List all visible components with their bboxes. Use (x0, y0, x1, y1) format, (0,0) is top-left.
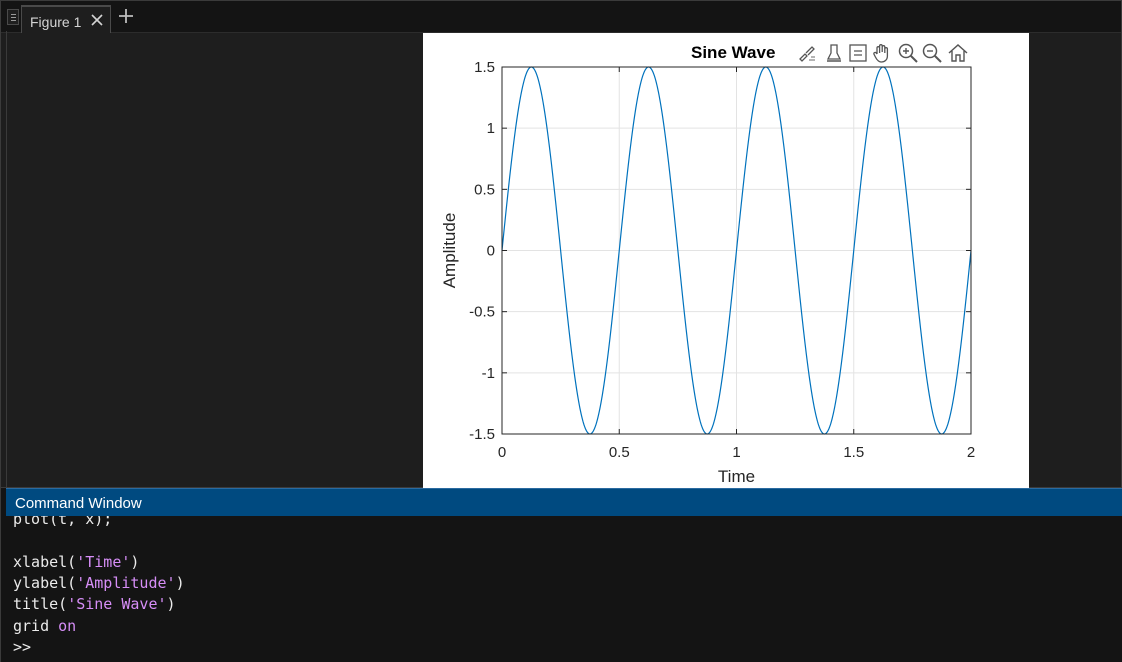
y-tick-label: 0 (487, 243, 495, 260)
x-tick-label: 1 (732, 444, 740, 461)
keyword: on (58, 616, 77, 635)
legend-icon[interactable] (847, 42, 869, 64)
command-line: title('Sine Wave') (13, 594, 176, 614)
pan-hand-icon[interactable] (871, 42, 893, 64)
zoom-in-icon[interactable] (897, 42, 919, 64)
code-text: >> (13, 637, 32, 656)
plot-svg: 0 0.5 1 1.5 2 1.5 1 0.5 0 -0.5 -1 -1.5 Time Amplitude (440, 59, 975, 486)
figure-tabstrip: Figure 1 (1, 1, 1121, 34)
y-tick-label: 0.5 (474, 181, 495, 198)
string-literal: 'Amplitude' (76, 573, 176, 592)
command-line: xlabel('Time') (13, 552, 139, 572)
data-tips-icon[interactable] (823, 42, 845, 64)
panel-grip-icon[interactable] (7, 9, 19, 25)
code-text: ylabel( (13, 573, 77, 592)
figure-panel: Figure 1 0 0.5 1 1.5 2 1.5 1 0.5 0 -0.5 -1 -1.5 Time… (0, 0, 1122, 489)
plus-icon[interactable] (117, 7, 135, 25)
y-tick-label: -1 (482, 365, 495, 382)
code-text: ) (166, 595, 176, 614)
y-tick-label: 1.5 (474, 59, 495, 76)
command-line: ylabel('Amplitude') (13, 573, 185, 593)
command-window-body[interactable]: plot(t, x); xlabel('Time') ylabel('Amplitu… (6, 516, 1122, 662)
string-literal: 'Sine Wave' (67, 595, 167, 614)
code-text: ) (175, 573, 185, 592)
code-text: xlabel( (13, 552, 77, 571)
code-text: title( (13, 595, 68, 614)
x-tick-label: 0.5 (609, 444, 630, 461)
string-literal: 'Time' (76, 552, 131, 571)
command-line: >> (13, 637, 31, 657)
tab-figure-1[interactable]: Figure 1 (21, 5, 111, 34)
y-tick-label: -0.5 (469, 304, 495, 321)
command-window-header[interactable]: Command Window (6, 488, 1122, 516)
command-line: plot(t, x); (13, 516, 112, 529)
code-text: plot(t, x); (13, 516, 113, 528)
figure-canvas[interactable]: 0 0.5 1 1.5 2 1.5 1 0.5 0 -0.5 -1 -1.5 Time Amplitude… (423, 33, 1029, 488)
close-icon[interactable] (90, 13, 104, 27)
y-axis-label: Amplitude (440, 213, 459, 289)
command-window: Command Window plot(t, x); xlabel('Time')… (0, 488, 1122, 662)
x-tick-label: 1.5 (843, 444, 864, 461)
code-text: ) (130, 552, 140, 571)
command-window-title: Command Window (15, 495, 142, 512)
x-axis-label: Time (718, 467, 755, 486)
y-tick-label: 1 (487, 120, 495, 137)
home-icon[interactable] (947, 42, 969, 64)
zoom-out-icon[interactable] (921, 42, 943, 64)
x-tick-label: 0 (498, 444, 506, 461)
command-line: grid on (13, 616, 76, 636)
x-tick-label: 2 (967, 444, 975, 461)
y-tick-label: -1.5 (469, 426, 495, 443)
figure-tab-label: Figure 1 (30, 14, 82, 30)
code-text: grid (13, 616, 59, 635)
brush-data-icon[interactable] (797, 42, 819, 64)
plot-title: Sine Wave (691, 43, 776, 62)
